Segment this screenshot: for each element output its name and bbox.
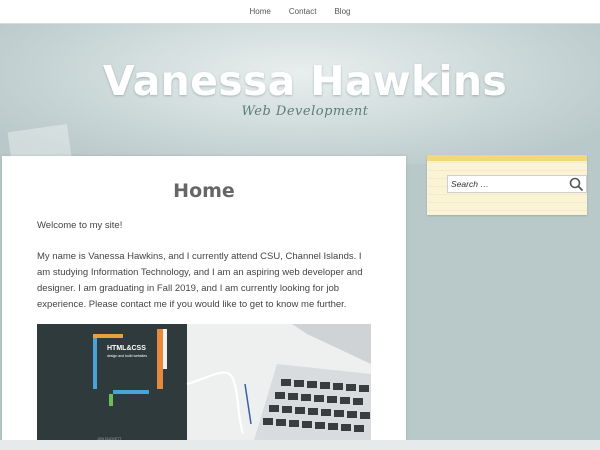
book-subtitle: design and build websites <box>107 354 147 358</box>
desk-photo-image: HTML&CSS design and build websites JON D… <box>37 324 371 450</box>
nav-item-blog[interactable]: Blog <box>325 7 359 16</box>
nav-item-home[interactable]: Home <box>241 7 280 16</box>
search-widget <box>427 155 587 215</box>
intro-paragraph: My name is Vanessa Hawkins, and I curren… <box>37 251 363 310</box>
search-form <box>447 175 587 193</box>
featured-photo: HTML&CSS design and build websites JON D… <box>37 324 371 450</box>
nav-item-contact[interactable]: Contact <box>280 7 326 16</box>
book-title: HTML&CSS <box>107 345 146 352</box>
main-content: Home Welcome to my site! My name is Vane… <box>2 156 406 450</box>
book-image: HTML&CSS design and build websites JON D… <box>37 324 187 450</box>
search-button[interactable] <box>567 176 585 192</box>
top-navigation: Home Contact Blog <box>0 0 600 24</box>
site-tagline: Web Development <box>241 104 369 119</box>
search-icon <box>569 177 583 191</box>
site-title[interactable]: Vanessa Hawkins <box>0 57 600 105</box>
page-bottom-edge <box>0 440 600 450</box>
page-title: Home <box>173 180 235 202</box>
search-input[interactable] <box>451 177 563 191</box>
welcome-text: Welcome to my site! <box>37 220 123 231</box>
